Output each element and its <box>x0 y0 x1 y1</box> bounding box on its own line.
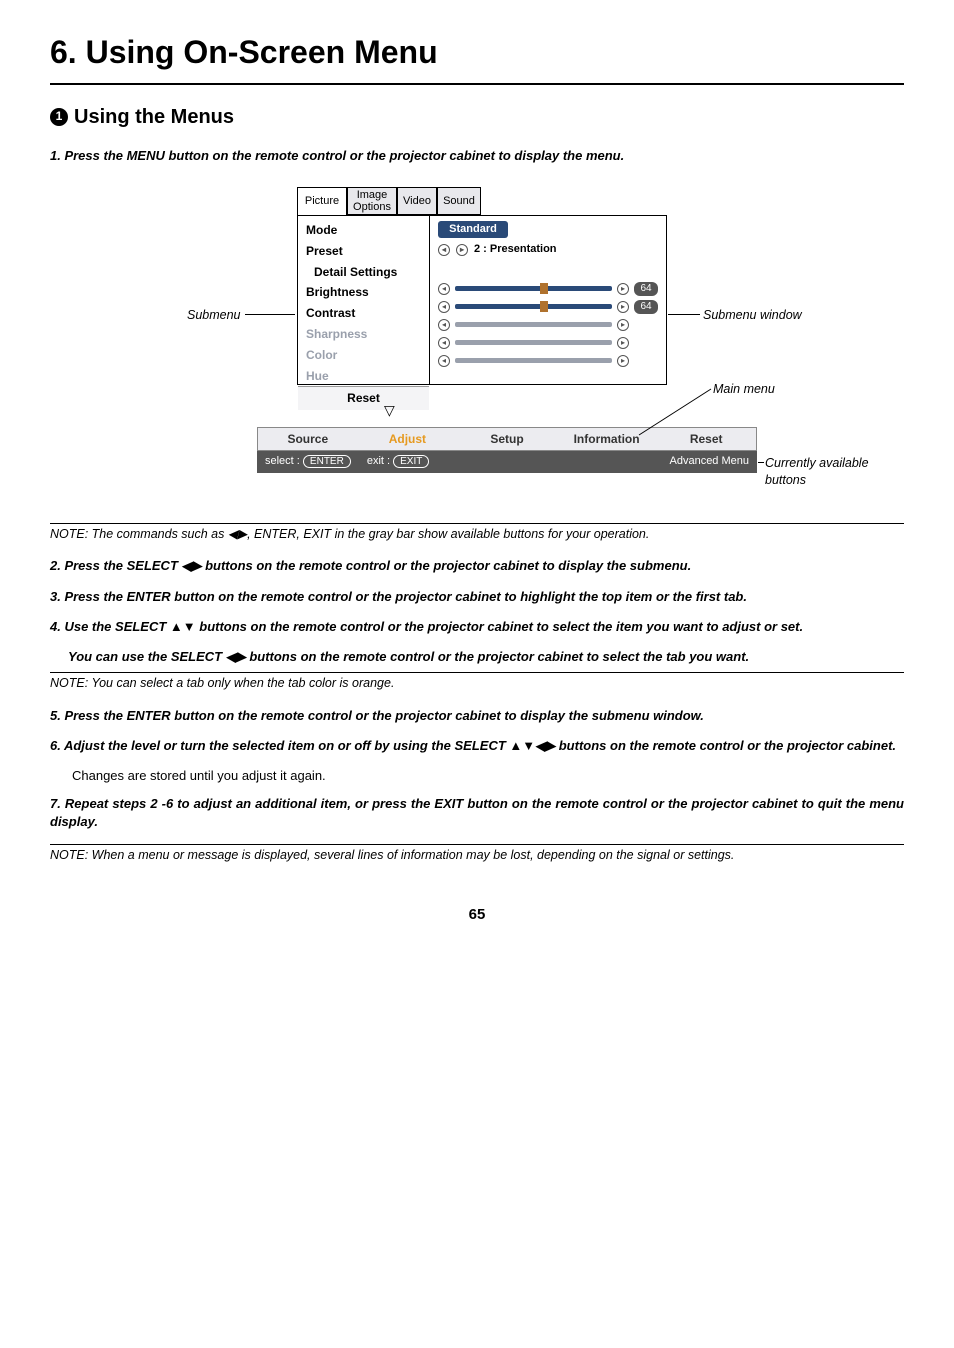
arrow-right-icon: ▸ <box>617 319 629 331</box>
step-6: 6. Adjust the level or turn the selected… <box>50 737 904 755</box>
arrow-left-icon[interactable]: ◂ <box>438 283 450 295</box>
enter-button-hint: ENTER <box>303 455 351 468</box>
submenu-preset[interactable]: Preset <box>298 241 429 262</box>
submenu-contrast[interactable]: Contrast <box>298 303 429 324</box>
page-number: 65 <box>50 904 904 925</box>
callout-submenu: Submenu <box>187 307 241 325</box>
arrow-right-icon[interactable]: ▸ <box>617 283 629 295</box>
color-slider: ◂ ▸ 00 <box>438 336 658 350</box>
arrow-right-icon: ▸ <box>617 337 629 349</box>
main-setup[interactable]: Setup <box>457 431 557 448</box>
main-adjust[interactable]: Adjust <box>358 431 458 448</box>
section-number-badge: 1 <box>50 108 68 126</box>
step-4b: You can use the SELECT ◀▶ buttons on the… <box>68 648 904 666</box>
mode-value: Standard <box>438 221 508 238</box>
callout-line <box>245 314 295 315</box>
callout-available-buttons: Currently available buttons <box>765 455 885 490</box>
submenu-sharpness: Sharpness <box>298 324 429 345</box>
note-3: NOTE: When a menu or message is displaye… <box>50 844 904 865</box>
status-select-label: select : <box>265 455 300 467</box>
note-2: NOTE: You can select a tab only when the… <box>50 672 904 693</box>
main-source[interactable]: Source <box>258 431 358 448</box>
section-title-text: Using the Menus <box>74 103 234 131</box>
callout-line <box>668 314 700 315</box>
preset-row[interactable]: ◂ ▸ 2 : Presentation <box>438 242 658 257</box>
submenu-hue: Hue <box>298 366 429 387</box>
submenu-column: Mode Preset Detail Settings Brightness C… <box>298 216 430 384</box>
tab-picture[interactable]: Picture <box>297 187 347 215</box>
preset-value: 2 : Presentation <box>474 242 557 257</box>
arrow-left-icon: ◂ <box>438 319 450 331</box>
arrow-right-icon[interactable]: ▸ <box>456 244 468 256</box>
chapter-title: 6. Using On-Screen Menu <box>50 30 904 85</box>
submenu-detail-settings[interactable]: Detail Settings <box>298 262 429 283</box>
brightness-value: 64 <box>634 282 658 296</box>
contrast-slider[interactable]: ◂ ▸ 64 <box>438 300 658 314</box>
step-1: 1. Press the MENU button on the remote c… <box>50 147 904 165</box>
contrast-value: 64 <box>634 300 658 314</box>
submenu-brightness[interactable]: Brightness <box>298 282 429 303</box>
arrow-right-icon: ▸ <box>617 355 629 367</box>
brightness-slider[interactable]: ◂ ▸ 64 <box>438 282 658 296</box>
section-title: 1 Using the Menus <box>50 103 904 131</box>
arrow-right-icon[interactable]: ▸ <box>617 301 629 313</box>
submenu-reset[interactable]: Reset <box>298 386 429 410</box>
step-2: 2. Press the SELECT ◀▶ buttons on the re… <box>50 557 904 575</box>
submenu-mode[interactable]: Mode <box>298 220 429 241</box>
arrow-left-icon: ◂ <box>438 355 450 367</box>
chevron-down-icon: ▽ <box>384 401 395 421</box>
arrow-left-icon[interactable]: ◂ <box>438 301 450 313</box>
status-advanced-menu: Advanced Menu <box>670 454 750 469</box>
step-5: 5. Press the ENTER button on the remote … <box>50 707 904 725</box>
status-bar: select : ENTER exit : EXIT Advanced Menu <box>257 451 757 473</box>
arrow-left-icon: ◂ <box>438 337 450 349</box>
osd-diagram: Picture Image Options Video Sound Mode P… <box>67 177 887 507</box>
osd-tab-bar: Picture Image Options Video Sound <box>297 187 667 215</box>
callout-line <box>627 387 717 443</box>
tab-image-options[interactable]: Image Options <box>347 187 397 215</box>
arrow-left-icon[interactable]: ◂ <box>438 244 450 256</box>
osd-window: Picture Image Options Video Sound Mode P… <box>297 187 667 385</box>
step-4: 4. Use the SELECT ▲▼ buttons on the remo… <box>50 618 904 636</box>
callout-line <box>758 462 764 463</box>
status-exit-label: exit : <box>367 455 390 467</box>
hue-slider: ◂ ▸ 00 <box>438 354 658 368</box>
tab-sound[interactable]: Sound <box>437 187 481 215</box>
submenu-color: Color <box>298 345 429 366</box>
sharpness-slider: ◂ ▸ 00 <box>438 318 658 332</box>
callout-submenu-window: Submenu window <box>703 307 802 325</box>
callout-main-menu: Main menu <box>713 381 775 399</box>
step-3: 3. Press the ENTER button on the remote … <box>50 588 904 606</box>
step-7: 7. Repeat steps 2 -6 to adjust an additi… <box>50 795 904 831</box>
submenu-values: Standard ◂ ▸ 2 : Presentation ◂ ▸ 64 ◂ ▸ <box>430 216 666 384</box>
tab-video[interactable]: Video <box>397 187 437 215</box>
exit-button-hint: EXIT <box>393 455 429 468</box>
step-6-body: Changes are stored until you adjust it a… <box>72 767 904 785</box>
note-1: NOTE: The commands such as ◀▶, ENTER, EX… <box>50 523 904 544</box>
